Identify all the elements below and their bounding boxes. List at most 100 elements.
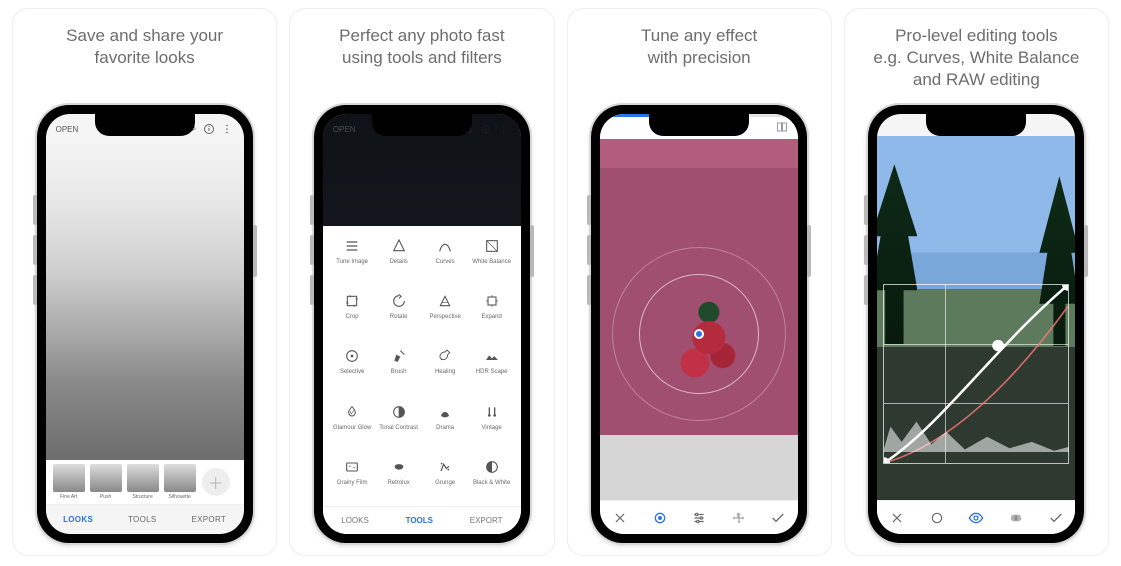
more-icon[interactable]: ⋮ xyxy=(497,125,511,134)
channel-icon[interactable] xyxy=(1005,511,1027,525)
tool-item[interactable]: Black & White xyxy=(468,457,515,506)
caption: Pro-level editing tools e.g. Curves, Whi… xyxy=(873,25,1079,91)
cancel-icon[interactable] xyxy=(609,511,631,525)
open-button[interactable]: OPEN xyxy=(333,125,356,134)
look-item[interactable]: Structure xyxy=(126,464,160,500)
tool-icon xyxy=(482,346,502,366)
more-icon[interactable] xyxy=(220,123,234,135)
edit-footer xyxy=(877,500,1075,534)
tool-icon xyxy=(482,402,502,422)
info-icon[interactable]: ⓘ xyxy=(479,124,493,135)
phone-frame xyxy=(868,105,1084,543)
tool-icon xyxy=(342,402,362,422)
sliders-icon[interactable] xyxy=(688,511,710,525)
tool-icon xyxy=(482,457,502,477)
tool-item[interactable]: Brush xyxy=(375,346,422,395)
orientation-icon[interactable] xyxy=(728,511,750,525)
screen-precision: Blur Strength +27 xyxy=(600,114,798,534)
tool-label: Perspective xyxy=(429,314,460,320)
tool-icon xyxy=(389,291,409,311)
tool-item[interactable]: Healing xyxy=(422,346,469,395)
add-look-button[interactable]: ＋ xyxy=(202,468,230,496)
tool-label: Selective xyxy=(340,369,364,375)
tool-item[interactable]: Glamour Glow xyxy=(329,402,376,451)
phone-frame: Blur Strength +27 xyxy=(591,105,807,543)
channel-luma-icon[interactable] xyxy=(926,511,948,525)
photo-preview[interactable] xyxy=(877,136,1075,500)
apply-icon[interactable] xyxy=(767,510,789,526)
tool-label: Tune Image xyxy=(336,259,368,265)
tool-item[interactable]: Grunge xyxy=(422,457,469,506)
tool-label: Glamour Glow xyxy=(333,425,371,431)
notch xyxy=(926,114,1026,136)
tool-item[interactable]: Selective xyxy=(329,346,376,395)
phone-frame: OPEN ◧ ⓘ ⋮ Tune ImageDetailsCurvesWhite … xyxy=(314,105,530,543)
tool-item[interactable]: White Balance xyxy=(468,236,515,285)
open-button[interactable]: OPEN xyxy=(56,125,79,134)
tool-item[interactable]: Details xyxy=(375,236,422,285)
tools-grid: Tune Image Details CurvesWhite Balance Crop… xyxy=(323,226,521,506)
tool-item[interactable]: Perspective xyxy=(422,291,469,340)
compare-icon[interactable] xyxy=(776,121,788,135)
tool-label: Rotate xyxy=(390,314,408,320)
tab-looks[interactable]: LOOKS xyxy=(341,516,369,525)
photo-preview[interactable] xyxy=(46,144,244,460)
looks-strip: Fine Art Push Structure Silhouette ＋ xyxy=(46,460,244,504)
look-label: Structure xyxy=(132,494,152,500)
eye-icon[interactable] xyxy=(965,510,987,526)
caption: Tune any effect with precision xyxy=(641,25,757,91)
tool-label: Details xyxy=(389,259,407,265)
tool-item[interactable]: HDR Scape xyxy=(468,346,515,395)
tool-item[interactable]: Retrolux xyxy=(375,457,422,506)
caption: Perfect any photo fast using tools and f… xyxy=(339,25,504,91)
notch xyxy=(372,114,472,136)
card-precision: Tune any effect with precision Blur Stre… xyxy=(567,8,832,556)
tool-icon xyxy=(342,457,362,477)
target-icon[interactable] xyxy=(649,510,671,526)
tool-label: Drama xyxy=(436,425,454,431)
bottom-tabs: LOOKS TOOLS EXPORT xyxy=(323,506,521,534)
tool-label: Brush xyxy=(391,369,407,375)
look-label: Silhouette xyxy=(169,494,191,500)
notch xyxy=(95,114,195,136)
photo-preview[interactable] xyxy=(600,139,798,500)
tool-item[interactable]: Curves xyxy=(422,236,469,285)
tool-label: Retrolux xyxy=(387,480,409,486)
info-icon[interactable] xyxy=(202,123,216,135)
tab-export[interactable]: EXPORT xyxy=(470,516,503,525)
tool-item[interactable]: Expand xyxy=(468,291,515,340)
tool-icon xyxy=(435,346,455,366)
look-item[interactable]: Push xyxy=(89,464,123,500)
tool-item[interactable]: Rotate xyxy=(375,291,422,340)
screenshot-gallery: Save and share your favorite looks OPEN … xyxy=(0,0,1121,564)
tool-item[interactable]: Vintage xyxy=(468,402,515,451)
tool-icon xyxy=(389,402,409,422)
focus-point[interactable] xyxy=(694,329,704,339)
tool-item[interactable]: Drama xyxy=(422,402,469,451)
tab-tools[interactable]: TOOLS xyxy=(128,515,157,524)
tool-icon xyxy=(389,346,409,366)
tool-label: Crop xyxy=(346,314,359,320)
edit-footer xyxy=(600,500,798,534)
look-label: Fine Art xyxy=(60,494,77,500)
tab-export[interactable]: EXPORT xyxy=(191,515,226,524)
tool-item[interactable]: Tune Image xyxy=(329,236,376,285)
apply-icon[interactable] xyxy=(1045,510,1067,526)
tool-label: Grunge xyxy=(435,480,455,486)
look-item[interactable]: Silhouette xyxy=(163,464,197,500)
tool-label: Grainy Film xyxy=(337,480,368,486)
tool-item[interactable]: Crop xyxy=(329,291,376,340)
tab-looks[interactable]: LOOKS xyxy=(63,515,93,524)
look-item[interactable]: Fine Art xyxy=(52,464,86,500)
tool-item[interactable]: Tonal Contrast xyxy=(375,402,422,451)
tool-icon xyxy=(389,236,409,256)
card-tools-filters: Perfect any photo fast using tools and f… xyxy=(289,8,554,556)
cancel-icon[interactable] xyxy=(886,511,908,525)
tool-label: Tonal Contrast xyxy=(379,425,418,431)
tab-tools[interactable]: TOOLS xyxy=(406,516,433,525)
bottom-tabs: LOOKS TOOLS EXPORT xyxy=(46,504,244,534)
tool-item[interactable]: Grainy Film xyxy=(329,457,376,506)
card-pro-tools: Pro-level editing tools e.g. Curves, Whi… xyxy=(844,8,1109,556)
tool-icon xyxy=(342,291,362,311)
tool-label: Healing xyxy=(435,369,455,375)
